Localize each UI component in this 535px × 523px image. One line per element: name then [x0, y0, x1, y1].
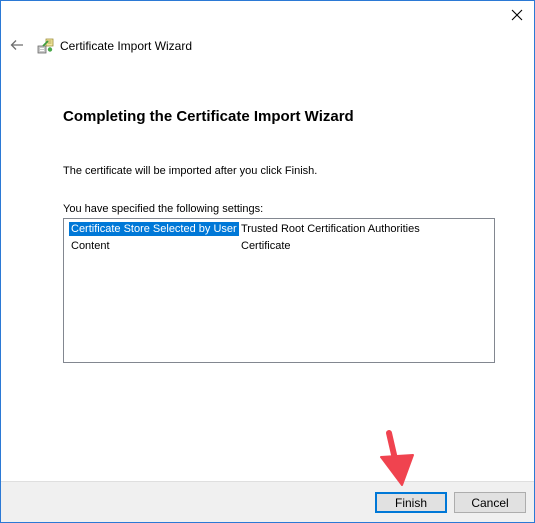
finish-button[interactable]: Finish [375, 492, 447, 513]
wizard-window: Certificate Import Wizard Completing the… [0, 0, 535, 523]
settings-name[interactable]: Certificate Store Selected by User [69, 222, 239, 236]
button-bar: Finish Cancel [1, 481, 534, 522]
settings-name[interactable]: Content [69, 239, 112, 253]
settings-label: You have specified the following setting… [63, 203, 264, 215]
back-arrow-icon [10, 40, 23, 50]
close-icon [511, 9, 523, 21]
cancel-button[interactable]: Cancel [454, 492, 526, 513]
page-heading: Completing the Certificate Import Wizard [63, 108, 354, 125]
intro-text: The certificate will be imported after y… [63, 165, 318, 177]
settings-row[interactable]: Content Certificate [69, 239, 489, 254]
settings-list[interactable]: Certificate Store Selected by User Trust… [63, 218, 495, 363]
close-button[interactable] [500, 1, 534, 29]
certificate-wizard-icon [37, 38, 54, 54]
back-button[interactable] [7, 35, 27, 55]
settings-value: Certificate [241, 240, 291, 252]
settings-row[interactable]: Certificate Store Selected by User Trust… [69, 222, 489, 237]
wizard-header: Certificate Import Wizard [1, 29, 534, 63]
wizard-title: Certificate Import Wizard [60, 39, 193, 53]
settings-value: Trusted Root Certification Authorities [241, 223, 420, 235]
